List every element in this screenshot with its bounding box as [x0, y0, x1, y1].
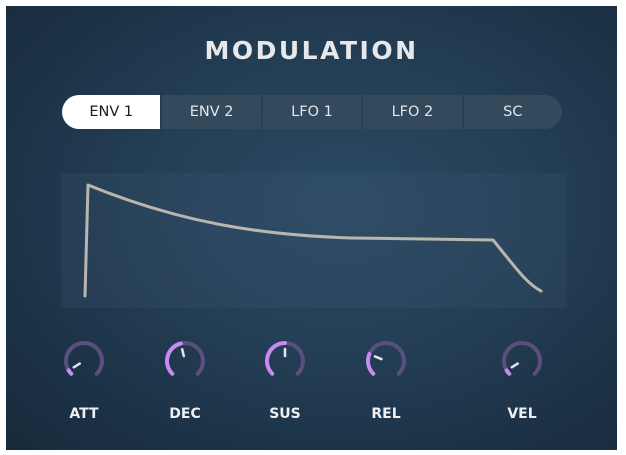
dec-knob[interactable] — [163, 339, 207, 383]
tab-sc[interactable]: SC — [463, 95, 563, 129]
att-knob-fill — [66, 368, 74, 376]
dec-knob-pointer — [180, 348, 186, 358]
vel-knob[interactable] — [500, 339, 544, 383]
rel-knob-pointer — [373, 355, 383, 361]
sus-label: SUS — [269, 406, 301, 422]
tab-env-1[interactable]: ENV 1 — [62, 95, 161, 129]
att-knob-pointer — [72, 362, 81, 369]
panel-title: MODULATION — [204, 36, 419, 65]
sus-knob-fill — [265, 341, 287, 376]
envelope-graph — [83, 183, 543, 298]
rel-knob-fill — [366, 352, 376, 376]
tab-lfo-2[interactable]: LFO 2 — [363, 95, 462, 129]
att-label: ATT — [69, 406, 99, 422]
tab-env-2[interactable]: ENV 2 — [162, 95, 261, 129]
att-knob[interactable] — [62, 339, 106, 383]
dec-knob-fill — [165, 341, 183, 376]
rel-knob[interactable] — [364, 339, 408, 383]
vel-knob-fill — [504, 368, 512, 376]
dec-label: DEC — [169, 406, 201, 422]
modulation-panel: MODULATION ENV 1 ENV 2 LFO 1 LFO 2 SC AT… — [6, 6, 617, 450]
att-knob-track — [64, 341, 104, 376]
vel-label: VEL — [507, 406, 537, 422]
tab-lfo-1[interactable]: LFO 1 — [262, 95, 362, 129]
window: MODULATION ENV 1 ENV 2 LFO 1 LFO 2 SC AT… — [0, 0, 626, 455]
sus-knob[interactable] — [263, 339, 307, 383]
modulation-tabs: ENV 1 ENV 2 LFO 1 LFO 2 SC — [62, 95, 563, 129]
rel-label: REL — [371, 406, 401, 422]
envelope-curve — [83, 183, 543, 298]
rel-knob-track — [366, 341, 406, 376]
vel-knob-pointer — [510, 362, 519, 369]
vel-knob-track — [502, 341, 542, 376]
